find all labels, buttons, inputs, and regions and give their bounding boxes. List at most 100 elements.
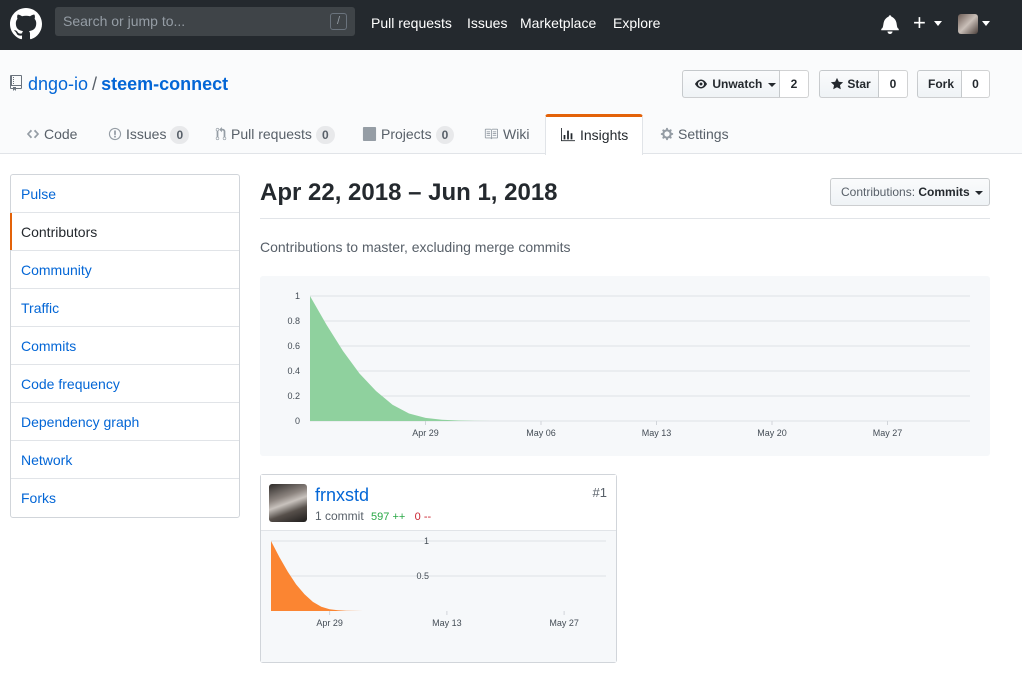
forks-count[interactable]: 0 bbox=[962, 70, 990, 98]
contributor-avatar[interactable] bbox=[269, 484, 307, 522]
sidebar-item-forks[interactable]: Forks bbox=[11, 479, 239, 517]
book-icon bbox=[484, 129, 498, 140]
contributions-chart-svg: 0 0.2 0.4 0.6 0.8 1 Apr 29 May 06 May 13 May 20 Ma… bbox=[287, 291, 970, 438]
sidebar-item-contributors[interactable]: Contributors bbox=[10, 213, 239, 251]
contributions-chart-area bbox=[310, 296, 970, 421]
tab-code[interactable]: Code bbox=[26, 114, 77, 154]
tab-projects[interactable]: Projects 0 bbox=[362, 114, 455, 154]
contributor-chart[interactable]: 0.5 1 Apr 29 May 13 May 27 bbox=[261, 530, 616, 662]
global-header: Search or jump to... / Pull requests Iss… bbox=[0, 0, 1022, 50]
contributor-stats: 1 commit 597 ++ 0 -- bbox=[315, 509, 431, 523]
tab-label: Wiki bbox=[503, 126, 530, 142]
sidebar-item-community[interactable]: Community bbox=[11, 251, 239, 289]
search-input[interactable]: Search or jump to... / bbox=[55, 7, 355, 36]
contributor-chart-x-tick-label: Apr 29 bbox=[316, 618, 343, 628]
tab-label: Insights bbox=[580, 127, 629, 143]
projects-count-badge: 0 bbox=[435, 126, 455, 144]
sidebar-item-code-frequency[interactable]: Code frequency bbox=[11, 365, 239, 403]
select-caret-icon bbox=[975, 190, 984, 195]
title-divider bbox=[260, 218, 990, 219]
user-avatar[interactable] bbox=[958, 14, 978, 34]
tab-settings[interactable]: Settings bbox=[660, 114, 729, 154]
tab-pull-requests[interactable]: Pull requests 0 bbox=[215, 114, 335, 154]
notifications-bell-icon[interactable] bbox=[881, 14, 899, 34]
repo-title: dngo-io / steem-connect bbox=[28, 74, 228, 95]
nav-explore[interactable]: Explore bbox=[613, 15, 660, 31]
sidebar-item-commits[interactable]: Commits bbox=[11, 327, 239, 365]
user-dropdown-caret-icon[interactable] bbox=[982, 21, 990, 26]
select-prefix: Contributions: bbox=[841, 185, 916, 199]
star-button[interactable]: Star bbox=[819, 70, 879, 98]
contributions-chart-x-tick-label: May 27 bbox=[873, 428, 903, 438]
tab-label: Issues bbox=[126, 126, 167, 142]
github-logo-icon[interactable] bbox=[10, 8, 42, 40]
tab-label: Settings bbox=[678, 126, 729, 142]
pull-requests-count-badge: 0 bbox=[315, 126, 335, 144]
star-icon bbox=[830, 77, 844, 90]
deletions-count: 0 -- bbox=[414, 511, 432, 523]
contributor-card-header: frnxstd #1 1 commit 597 ++ 0 -- bbox=[261, 475, 616, 530]
contributions-chart-y-tick-label: 0 bbox=[295, 416, 300, 426]
sidebar-item-network[interactable]: Network bbox=[11, 441, 239, 479]
tab-label: Code bbox=[44, 126, 78, 142]
repo-icon bbox=[10, 75, 22, 91]
select-value: Commits bbox=[918, 185, 970, 199]
unwatch-label: Unwatch bbox=[712, 77, 763, 91]
contributions-chart-y-tick-label: 0.2 bbox=[287, 391, 300, 401]
contributions-chart-y-tick-label: 1 bbox=[295, 291, 300, 301]
contributor-rank: #1 bbox=[592, 485, 607, 500]
unwatch-caret-icon bbox=[767, 82, 776, 87]
repository-header: dngo-io / steem-connect Unwatch 2 Star 0 F… bbox=[0, 50, 1022, 155]
gear-icon bbox=[660, 128, 674, 141]
sidebar-item-pulse[interactable]: Pulse bbox=[11, 175, 239, 213]
tab-wiki[interactable]: Wiki bbox=[483, 114, 529, 154]
nav-issues[interactable]: Issues bbox=[467, 15, 507, 31]
repo-name-link[interactable]: steem-connect bbox=[101, 74, 228, 94]
contributor-chart-x-tick-label: May 13 bbox=[432, 618, 462, 628]
fork-label: Fork bbox=[928, 77, 955, 91]
contributions-chart-y-tick-label: 0.8 bbox=[287, 316, 300, 326]
issues-count-badge: 0 bbox=[170, 126, 190, 144]
contributor-card: frnxstd #1 1 commit 597 ++ 0 -- 0.5 1 Apr … bbox=[260, 474, 617, 663]
contributions-chart-y-tick-label: 0.4 bbox=[287, 366, 300, 376]
watchers-count[interactable]: 2 bbox=[780, 70, 809, 98]
fork-button[interactable]: Fork bbox=[917, 70, 962, 98]
create-dropdown-caret-icon[interactable] bbox=[934, 21, 942, 26]
contributor-name-link[interactable]: frnxstd bbox=[315, 485, 369, 506]
star-label: Star bbox=[847, 77, 871, 91]
code-icon bbox=[26, 129, 40, 139]
chart-subtitle: Contributions to master, excluding merge… bbox=[260, 239, 571, 255]
contributor-chart-y-tick-label: 0.5 bbox=[416, 571, 429, 581]
repo-owner-link[interactable]: dngo-io bbox=[28, 74, 88, 94]
contributions-type-select[interactable]: Contributions: Commits bbox=[830, 178, 990, 206]
repo-title-separator: / bbox=[92, 74, 98, 94]
tab-label: Projects bbox=[381, 126, 432, 142]
project-icon bbox=[362, 127, 377, 142]
eye-icon bbox=[695, 79, 707, 89]
nav-marketplace[interactable]: Marketplace bbox=[520, 15, 596, 31]
nav-pull-requests[interactable]: Pull requests bbox=[371, 15, 452, 31]
search-shortcut-hint: / bbox=[330, 13, 347, 30]
pull-request-icon bbox=[215, 127, 227, 141]
contributions-chart-y-tick-label: 0.6 bbox=[287, 341, 300, 351]
tab-label: Pull requests bbox=[231, 126, 312, 142]
issue-icon bbox=[108, 128, 122, 141]
stargazers-count[interactable]: 0 bbox=[879, 70, 908, 98]
insights-sidebar-menu: Pulse Contributors Community Traffic Com… bbox=[10, 174, 240, 518]
create-new-plus-icon[interactable]: + bbox=[913, 12, 926, 34]
tab-insights[interactable]: Insights bbox=[545, 114, 644, 155]
search-placeholder: Search or jump to... bbox=[63, 13, 186, 29]
tab-issues[interactable]: Issues 0 bbox=[108, 114, 190, 154]
contributor-chart-x-tick-label: May 27 bbox=[549, 618, 579, 628]
sidebar-item-dependency-graph[interactable]: Dependency graph bbox=[11, 403, 239, 441]
graph-icon bbox=[561, 128, 575, 142]
sidebar-item-traffic[interactable]: Traffic bbox=[11, 289, 239, 327]
additions-count: 597 ++ bbox=[371, 511, 406, 523]
date-range-title: Apr 22, 2018 – Jun 1, 2018 bbox=[260, 179, 558, 206]
commit-count-link[interactable]: 1 commit bbox=[315, 509, 364, 523]
unwatch-button[interactable]: Unwatch bbox=[682, 70, 780, 98]
contributions-chart-x-tick-label: Apr 29 bbox=[412, 428, 439, 438]
contributions-chart-x-tick-label: May 13 bbox=[642, 428, 672, 438]
contributions-chart-x-tick-label: May 20 bbox=[757, 428, 787, 438]
contributions-chart[interactable]: 0 0.2 0.4 0.6 0.8 1 Apr 29 May 06 May 13 May 20 Ma… bbox=[260, 276, 990, 456]
